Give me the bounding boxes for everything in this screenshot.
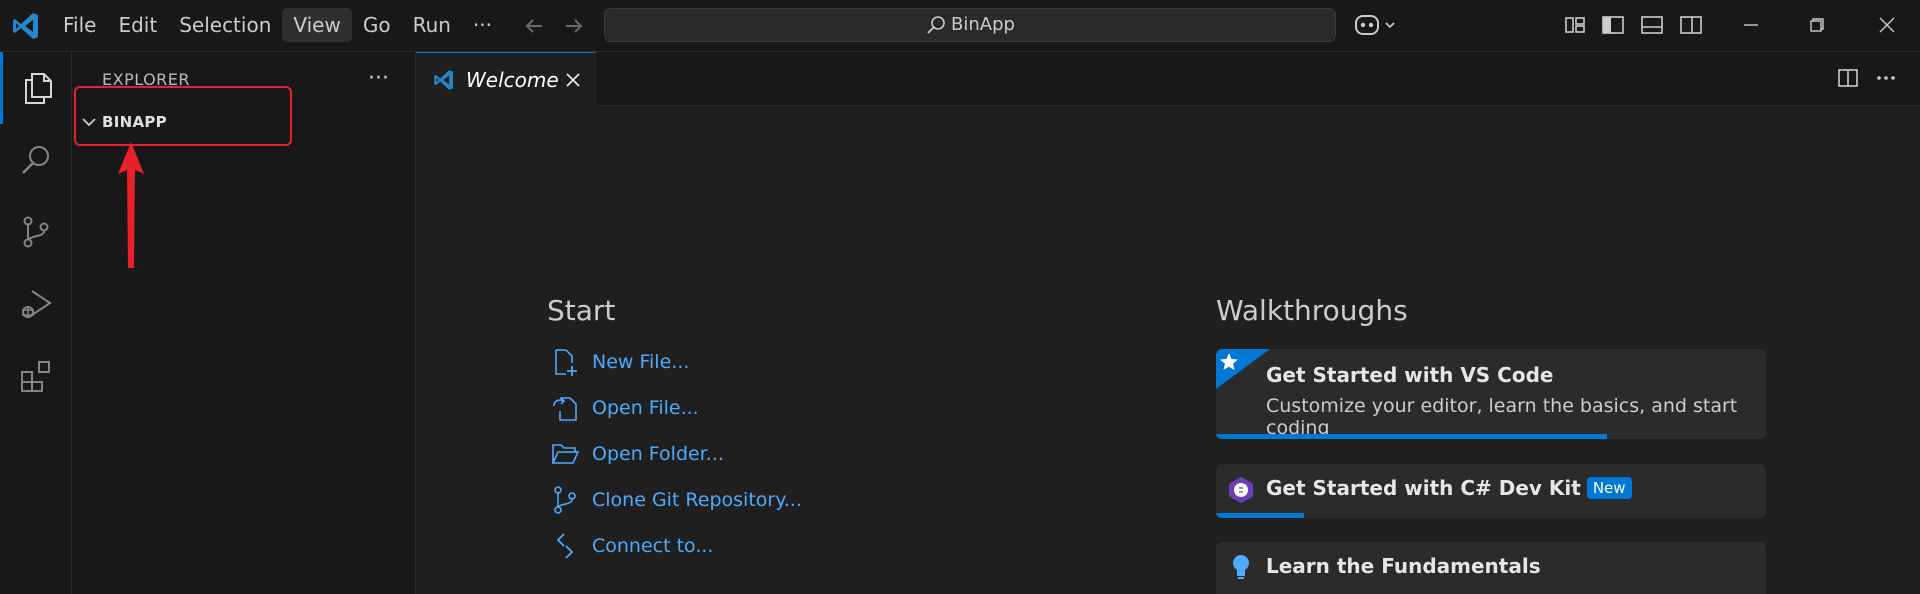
new-file-icon (555, 349, 577, 376)
back-arrow-icon[interactable] (520, 12, 548, 40)
walkthrough-card-csharp[interactable]: Get Started with C# Dev Kit New (1216, 464, 1766, 518)
connect-to-link[interactable]: Connect to... (550, 528, 713, 564)
run-debug-activity[interactable] (0, 268, 72, 340)
menu-view[interactable]: View (282, 8, 352, 42)
clone-git-repository-label: Clone Git Repository... (592, 489, 802, 511)
search-icon (927, 16, 945, 34)
extensions-activity[interactable] (0, 340, 72, 412)
walkthroughs-heading: Walkthroughs (1216, 294, 1408, 327)
search-text: BinApp (951, 14, 1015, 35)
toggle-primary-sidebar-icon[interactable] (1598, 8, 1628, 42)
vscode-logo-icon[interactable] (10, 10, 42, 42)
menu-go[interactable]: Go (352, 8, 402, 42)
activity-bar (0, 52, 72, 594)
annotation-arrow-icon (118, 142, 144, 268)
start-heading: Start (547, 294, 616, 327)
copilot-menu[interactable] (1352, 8, 1400, 42)
source-control-activity[interactable] (0, 196, 72, 268)
new-badge: New (1586, 477, 1632, 499)
search-activity[interactable] (0, 124, 72, 196)
copilot-icon (1355, 15, 1395, 35)
walkthrough-card-fundamentals[interactable]: Learn the Fundamentals (1216, 542, 1766, 594)
explorer-activity[interactable] (0, 52, 72, 124)
close-window-icon[interactable] (1870, 8, 1904, 42)
source-control-icon (23, 216, 49, 248)
open-file-label: Open File... (592, 397, 699, 419)
open-folder-link[interactable]: Open Folder... (550, 436, 724, 472)
clone-git-repository-link[interactable]: Clone Git Repository... (550, 482, 802, 518)
walkthrough-progress-bar (1216, 434, 1607, 439)
toggle-panel-icon[interactable] (1637, 8, 1667, 42)
tab-label: Welcome (466, 67, 559, 92)
more-actions-icon[interactable] (1872, 64, 1900, 96)
tab-welcome[interactable]: Welcome (416, 52, 596, 106)
run-debug-icon (22, 290, 52, 318)
files-icon (24, 73, 52, 104)
forward-arrow-icon[interactable] (560, 12, 588, 40)
split-editor-icon[interactable] (1834, 64, 1862, 96)
new-file-link[interactable]: New File... (550, 344, 689, 380)
new-file-label: New File... (592, 351, 690, 373)
walkthrough-card-title: Get Started with C# Dev Kit New (1266, 476, 1632, 500)
walkthrough-card-vscode[interactable]: Get Started with VS Code Customize your … (1216, 349, 1766, 439)
command-center-search[interactable]: BinApp (604, 8, 1336, 42)
walkthrough-progress-bar (1216, 513, 1304, 518)
editor-tab-bar: Welcome (416, 52, 1920, 106)
remote-connect-icon (556, 533, 574, 559)
open-folder-label: Open Folder... (592, 443, 724, 465)
menu-file[interactable]: File (52, 8, 107, 42)
navigation-arrows (520, 12, 588, 40)
walkthrough-card-title: Learn the Fundamentals (1266, 554, 1541, 578)
lightbulb-icon (1233, 555, 1249, 579)
open-file-icon (553, 397, 577, 421)
welcome-page: Start New File... Open File... Open Fold… (416, 106, 1920, 594)
toggle-secondary-sidebar-icon[interactable] (1676, 8, 1706, 42)
title-bar: File Edit Selection View Go Run ··· BinA… (0, 0, 1920, 52)
walkthrough-card-title-text: Get Started with C# Dev Kit (1266, 476, 1581, 500)
open-file-link[interactable]: Open File... (550, 390, 699, 426)
vscode-window: File Edit Selection View Go Run ··· BinA… (0, 0, 1920, 594)
minimize-icon[interactable] (1734, 8, 1768, 42)
sidebar-more-actions[interactable]: ··· (368, 66, 389, 91)
star-icon (1216, 349, 1270, 389)
menu-selection[interactable]: Selection (168, 8, 282, 42)
walkthrough-card-description: Customize your editor, learn the basics,… (1266, 395, 1738, 439)
menu-run[interactable]: Run (402, 8, 462, 42)
open-folder-icon (551, 444, 580, 464)
source-control-icon (554, 486, 576, 514)
menu-more[interactable]: ··· (462, 8, 503, 42)
annotation-highlight-box (74, 86, 292, 146)
extensions-icon (21, 361, 50, 392)
vscode-logo-icon (434, 69, 453, 90)
menu-edit[interactable]: Edit (107, 8, 168, 42)
connect-to-label: Connect to... (592, 535, 714, 557)
customize-layout-icon[interactable] (1560, 8, 1590, 42)
menu-bar: File Edit Selection View Go Run ··· (52, 8, 503, 42)
walkthrough-card-title: Get Started with VS Code (1266, 363, 1554, 387)
close-icon[interactable] (562, 69, 584, 91)
search-icon (22, 146, 49, 174)
csharp-icon (1229, 477, 1253, 503)
restore-icon[interactable] (1800, 8, 1834, 42)
